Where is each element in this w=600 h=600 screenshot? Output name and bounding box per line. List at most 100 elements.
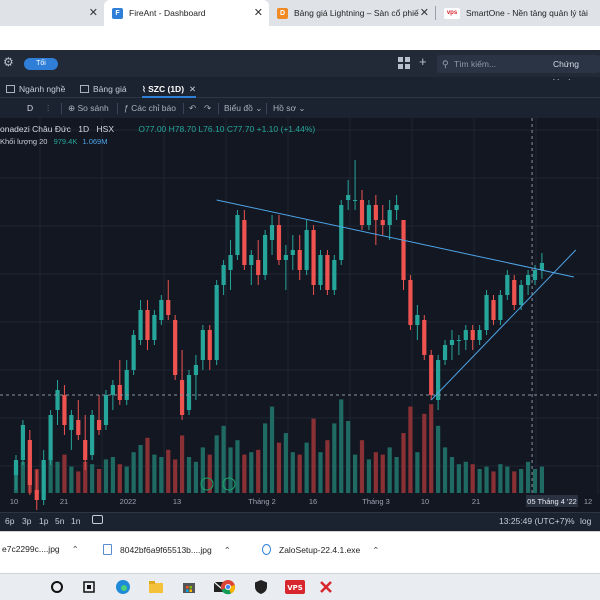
volume-bar: [20, 461, 26, 493]
volume-value: 979.4K: [53, 137, 78, 146]
price-chart[interactable]: 10 21 2022 13 Tháng 2 16 Tháng 3 10 21 05 Tháng 4…: [0, 118, 600, 512]
image-file-icon: [103, 544, 112, 555]
chevron-up-icon[interactable]: ⌃: [224, 545, 231, 555]
chart-background: [0, 118, 600, 512]
undo-icon[interactable]: ↶: [189, 103, 196, 114]
close-tab-icon[interactable]: ✕: [420, 6, 429, 19]
download-filename: e7c2299c....jpg: [2, 544, 60, 554]
candle-body: [41, 460, 46, 500]
gear-icon[interactable]: ⚙: [3, 55, 14, 69]
add-icon[interactable]: +: [419, 54, 427, 69]
search-placeholder: Tìm kiếm...: [454, 59, 497, 69]
candle-body: [519, 285, 524, 305]
axis-tick-label: 10: [10, 497, 18, 506]
volume-bar: [117, 464, 122, 493]
range-1p[interactable]: 1p: [39, 516, 48, 526]
candle-body: [290, 250, 295, 255]
tab-industry[interactable]: Ngành nghề: [6, 80, 65, 98]
candle-body: [20, 425, 26, 460]
volume-bar: [214, 435, 219, 493]
tab-price-board[interactable]: Bảng giá: [80, 80, 127, 98]
vps-icon[interactable]: VPS: [285, 579, 305, 595]
tab-label: Ngành nghề: [19, 84, 66, 94]
interval-button[interactable]: D: [27, 103, 33, 113]
candle-body: [332, 260, 337, 290]
browser-tab-lightning[interactable]: D Bảng giá Lightning – Sàn cổ phiế ✕: [269, 0, 435, 26]
browser-tab-partial[interactable]: ✕: [0, 0, 104, 26]
close-tab-icon[interactable]: ✕: [189, 84, 196, 94]
range-5n[interactable]: 5n: [55, 516, 64, 526]
browser-tab-fireant[interactable]: F FireAnt - Dashboard ✕: [104, 0, 269, 26]
search-input[interactable]: ⚲ Tìm kiếm... Chứng khoán: [437, 55, 600, 87]
candle-body: [83, 440, 88, 460]
change-value: +1.10 (+1.44%): [256, 124, 316, 134]
volume-bar: [532, 469, 538, 493]
volume-bar: [318, 452, 323, 493]
chevron-up-icon[interactable]: ⌃: [72, 544, 79, 554]
chrome-icon[interactable]: [220, 579, 236, 595]
store-icon[interactable]: [181, 579, 197, 595]
download-item[interactable]: e7c2299c....jpg ⌃: [2, 544, 79, 555]
candle-body: [69, 415, 74, 430]
candle-body: [90, 415, 95, 455]
volume-bar: [173, 459, 178, 493]
bar-style-icon[interactable]: ⫶: [47, 103, 49, 114]
search-icon[interactable]: [49, 579, 65, 595]
volume-bar: [498, 464, 503, 493]
task-view-icon[interactable]: [81, 579, 97, 595]
file-explorer-icon[interactable]: [148, 579, 164, 595]
candle-body: [228, 255, 233, 270]
screen: ✕ F FireAnt - Dashboard ✕ D Bảng giá Lig…: [0, 0, 600, 600]
volume-bar: [297, 454, 302, 493]
compare-button[interactable]: ⊕ So sánh: [68, 103, 109, 114]
compare-label: So sánh: [77, 103, 109, 113]
candle-body: [429, 355, 434, 395]
x-icon[interactable]: [318, 579, 334, 595]
fireant-favicon-icon: F: [112, 7, 123, 19]
tab-szc-chart[interactable]: ⌇ SZC (1D) ✕: [142, 80, 197, 98]
date-range-icon[interactable]: [92, 515, 103, 524]
layout-grid-icon[interactable]: [398, 57, 410, 69]
volume-bar: [228, 447, 233, 493]
volume-bar: [62, 454, 67, 493]
volume-bar: [76, 471, 81, 493]
candle-body: [110, 385, 115, 395]
volume-bar: [103, 459, 109, 493]
clock-readout: 13:25:49 (UTC+7): [499, 516, 568, 526]
range-3p[interactable]: 3p: [22, 516, 31, 526]
range-1n[interactable]: 1n: [71, 516, 80, 526]
symbol-legend: onadezi Châu Đức 1D HSX O77.00 H78.70 L7…: [0, 124, 315, 134]
candle-body: [96, 420, 102, 430]
download-item[interactable]: 8042bf6a9f65513b....jpg ⌃: [103, 544, 231, 556]
candle-body: [256, 260, 261, 275]
shield-icon[interactable]: [253, 579, 269, 595]
dnse-favicon-icon: D: [277, 7, 288, 19]
log-button[interactable]: log: [580, 516, 591, 526]
volume-bar: [352, 454, 358, 493]
chart-type-label: Biểu đồ: [224, 103, 253, 113]
profile-button[interactable]: Hồ sơ ⌄: [273, 103, 306, 114]
close-tab-icon[interactable]: ✕: [254, 6, 263, 19]
open-value: O77.00: [138, 124, 167, 134]
axis-tick-label: 10: [421, 497, 429, 506]
axis-tick-label: 16: [309, 497, 317, 506]
volume-bar: [124, 466, 129, 493]
candle-body: [366, 205, 372, 225]
theme-toggle[interactable]: Tối: [24, 58, 58, 70]
candle-body: [159, 300, 164, 320]
candle-body: [249, 255, 254, 265]
candle-body: [539, 263, 545, 270]
download-item[interactable]: ZaloSetup-22.4.1.exe ⌃: [262, 544, 379, 556]
chevron-up-icon[interactable]: ⌃: [372, 545, 379, 555]
candle-body: [145, 310, 150, 340]
redo-icon[interactable]: ↷: [204, 103, 211, 114]
close-tab-icon[interactable]: ✕: [89, 6, 98, 19]
range-6p[interactable]: 6p: [5, 516, 14, 526]
edge-icon[interactable]: [115, 579, 131, 595]
volume-bar: [166, 449, 171, 493]
percent-button[interactable]: %: [567, 516, 575, 526]
candle-body: [505, 275, 510, 295]
chart-type-button[interactable]: Biểu đồ ⌄: [224, 103, 262, 114]
indicators-button[interactable]: ƒ Các chỉ báo: [124, 103, 176, 113]
browser-tab-smartone[interactable]: vps SmartOne - Nền tảng quản lý tài: [436, 0, 600, 26]
